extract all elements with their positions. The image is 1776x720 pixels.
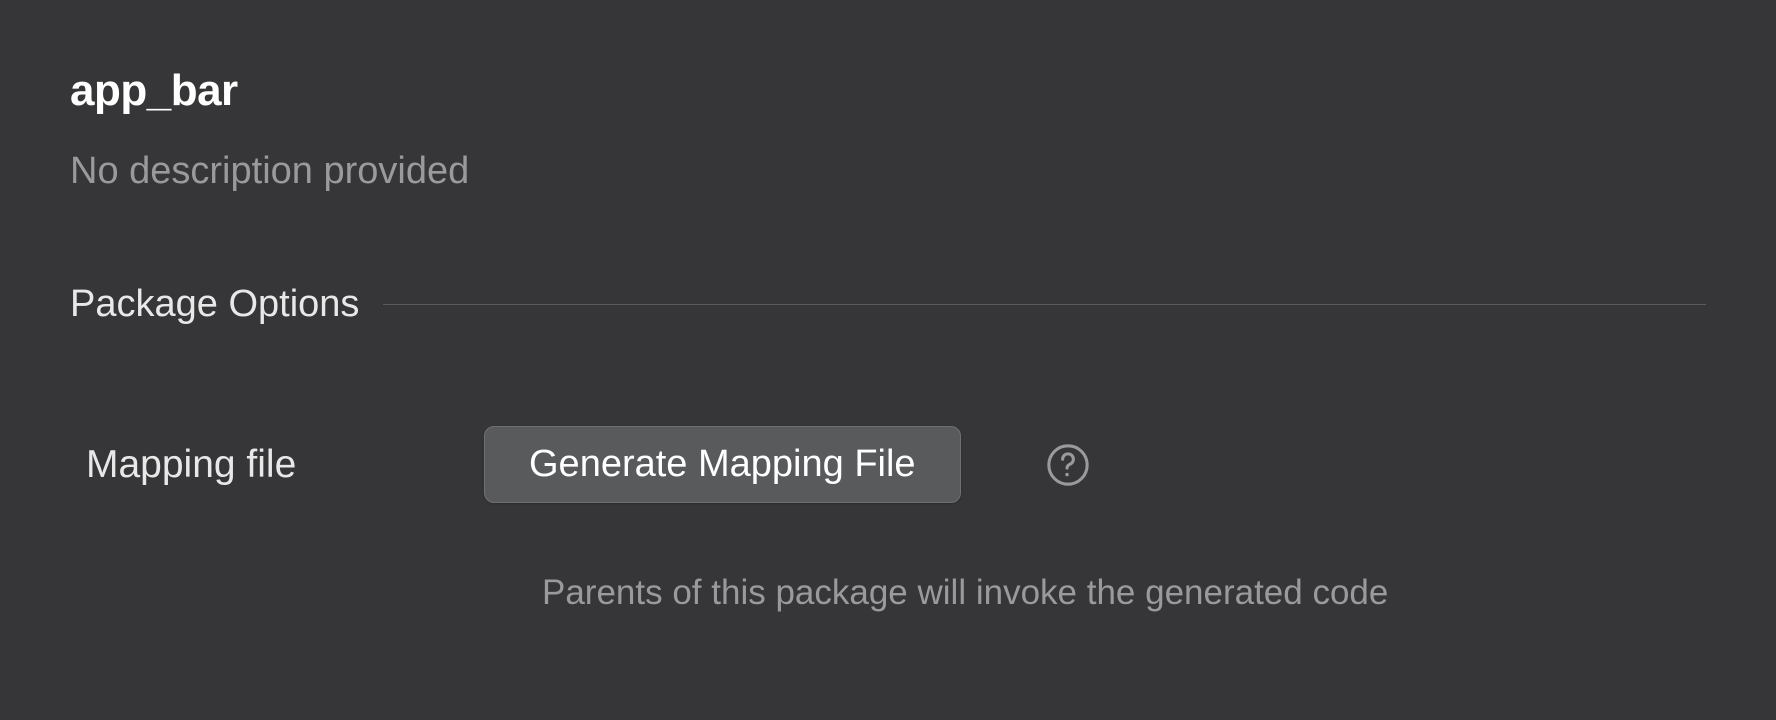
section-divider [383,304,1706,305]
help-icon[interactable] [1045,442,1091,488]
section-header: Package Options [70,283,1706,326]
mapping-file-label: Mapping file [86,443,484,487]
package-title: app_bar [70,66,1706,116]
section-title: Package Options [70,283,359,326]
mapping-file-row: Mapping file Generate Mapping File [70,426,1706,503]
package-description: No description provided [70,150,1706,193]
generate-mapping-file-button[interactable]: Generate Mapping File [484,426,961,503]
mapping-file-hint: Parents of this package will invoke the … [70,573,1706,613]
